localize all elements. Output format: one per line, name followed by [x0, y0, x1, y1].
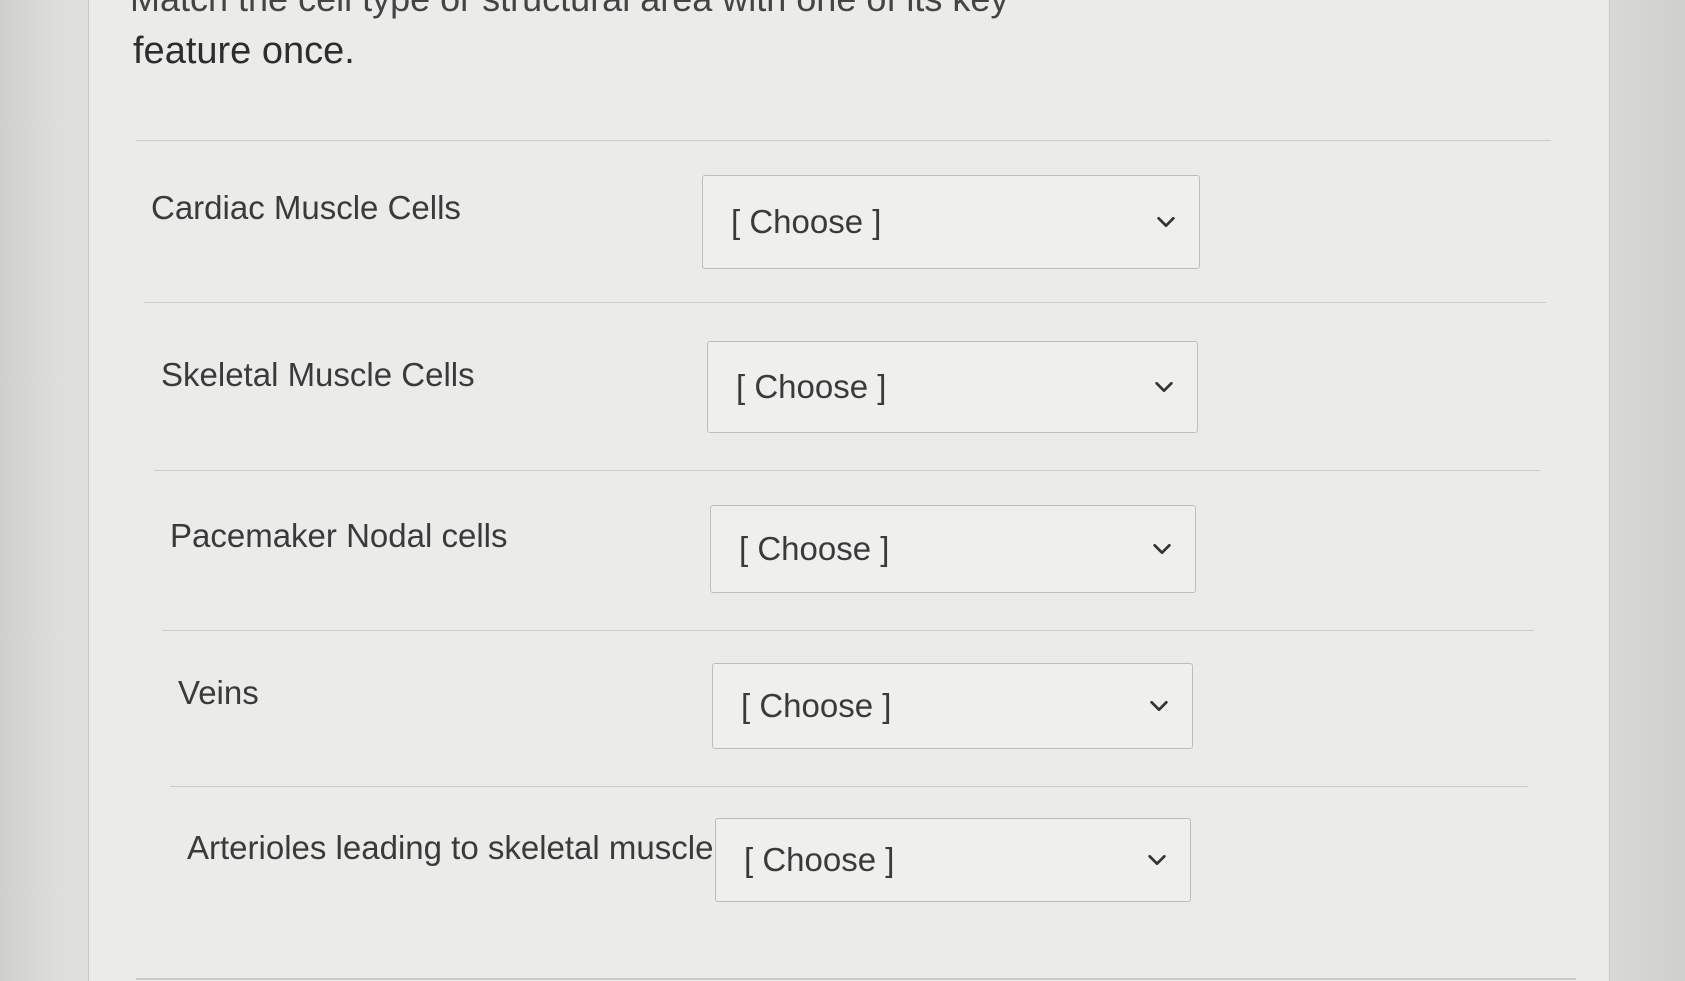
chevron-down-icon [1153, 543, 1171, 555]
chevron-down-icon [1155, 381, 1173, 393]
select-value: [ Choose ] [739, 530, 890, 567]
select-cardiac-muscle-cells[interactable]: [ Choose ] [702, 175, 1200, 269]
select-value: [ Choose ] [736, 368, 887, 405]
instructions-text: feature once. [133, 30, 355, 72]
select-arterioles-skeletal-muscle[interactable]: [ Choose ] [715, 818, 1191, 902]
row-label-pacemaker-nodal-cells: Pacemaker Nodal cells [170, 517, 508, 554]
select-value: [ Choose ] [741, 687, 892, 724]
select-veins[interactable]: [ Choose ] [712, 663, 1193, 749]
divider [136, 140, 1551, 141]
row-label-skeletal-muscle-cells: Skeletal Muscle Cells [161, 356, 475, 393]
chevron-down-icon [1150, 700, 1168, 712]
screen: Match the cell type or structural area w… [0, 0, 1685, 981]
row-label-veins: Veins [178, 674, 259, 711]
select-pacemaker-nodal-cells[interactable]: [ Choose ] [710, 505, 1196, 593]
row-label-cardiac-muscle-cells: Cardiac Muscle Cells [151, 189, 461, 226]
divider [162, 630, 1534, 631]
divider [136, 978, 1576, 980]
divider [170, 786, 1528, 787]
chevron-down-icon [1157, 216, 1175, 228]
select-value: [ Choose ] [731, 203, 882, 240]
chevron-down-icon [1148, 854, 1166, 866]
row-label-arterioles-skeletal-muscle: Arterioles leading to skeletal muscle [187, 829, 714, 866]
select-skeletal-muscle-cells[interactable]: [ Choose ] [707, 341, 1198, 433]
instructions-cut-off: Match the cell type or structural area w… [130, 0, 1008, 20]
select-value: [ Choose ] [744, 841, 895, 878]
divider [154, 470, 1540, 471]
divider [144, 302, 1546, 303]
